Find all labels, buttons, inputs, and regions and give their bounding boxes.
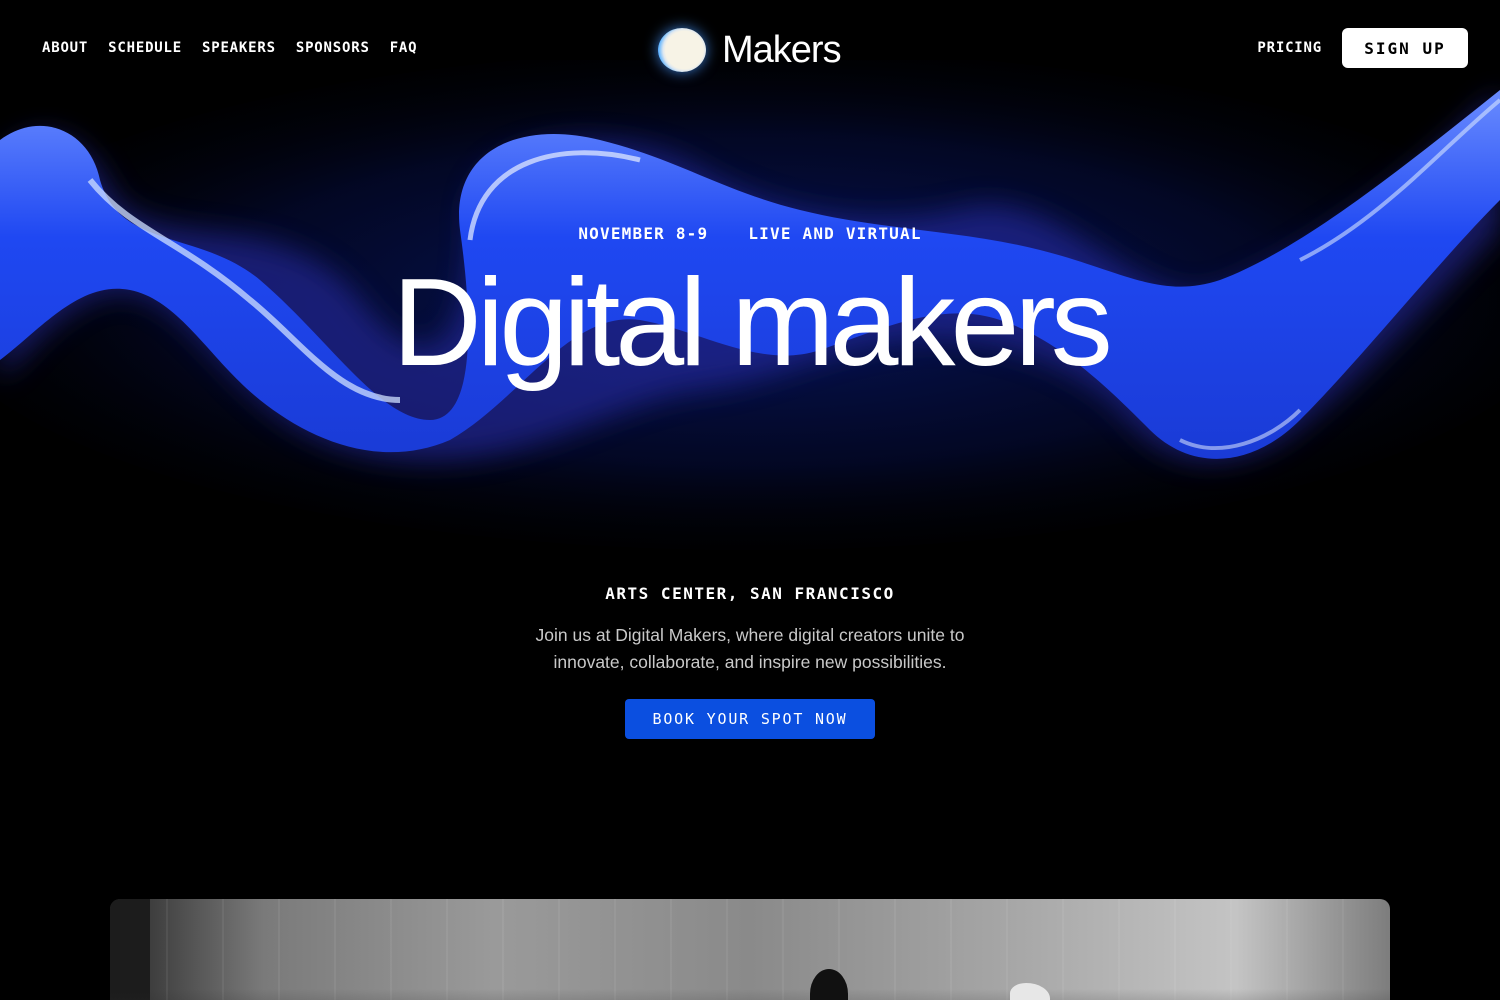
event-date: NOVEMBER 8-9 (578, 224, 709, 243)
event-location: ARTS CENTER, SAN FRANCISCO (605, 584, 895, 603)
brand-name: Makers (722, 28, 842, 71)
nav-link-pricing[interactable]: PRICING (1257, 40, 1322, 56)
glowing-orb-icon (658, 28, 706, 72)
event-meta: NOVEMBER 8-9 LIVE AND VIRTUAL (0, 224, 1500, 243)
photo-speaker (810, 969, 848, 1000)
brand-home-link[interactable]: Makers (658, 28, 842, 72)
nav-actions: PRICING SIGN UP (1257, 28, 1468, 68)
hero-title: Digital makers (392, 254, 1113, 392)
photo-hand (1010, 983, 1050, 1000)
photo-stage (110, 989, 1390, 1000)
nav-link-schedule[interactable]: SCHEDULE (108, 40, 182, 56)
event-mode: LIVE AND VIRTUAL (748, 224, 922, 243)
event-photo (110, 899, 1390, 1000)
event-description: Join us at Digital Makers, where digital… (535, 625, 965, 672)
photo-curtain (110, 899, 150, 1000)
nav-link-sponsors[interactable]: SPONSORS (296, 40, 370, 56)
page: ABOUT SCHEDULE SPEAKERS SPONSORS FAQ Mak… (0, 0, 1500, 1000)
nav-link-speakers[interactable]: SPEAKERS (202, 40, 276, 56)
top-nav: ABOUT SCHEDULE SPEAKERS SPONSORS FAQ Mak… (0, 28, 1500, 72)
nav-link-about[interactable]: ABOUT (42, 40, 88, 56)
sign-up-button[interactable]: SIGN UP (1342, 28, 1468, 68)
nav-links: ABOUT SCHEDULE SPEAKERS SPONSORS FAQ (42, 40, 417, 56)
book-spot-button[interactable]: BOOK YOUR SPOT NOW (625, 699, 875, 739)
nav-link-faq[interactable]: FAQ (390, 40, 418, 56)
